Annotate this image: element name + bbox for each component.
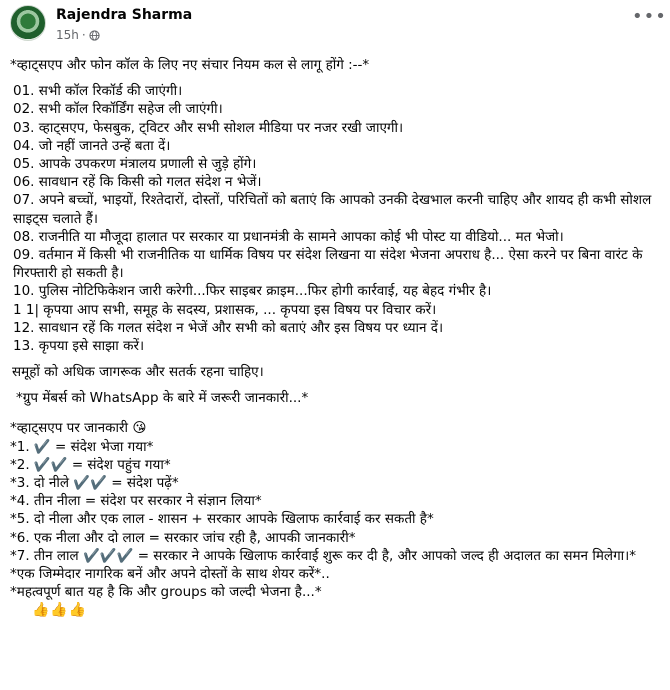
list-item: 01. सभी कॉल रिकॉर्ड की जाएंगी। xyxy=(13,83,183,100)
list-item: 06. सावधान रहें कि किसी को गलत संदेश न भ… xyxy=(13,174,262,191)
meta-separator: · xyxy=(81,28,86,42)
post-time[interactable]: 15h xyxy=(56,28,79,42)
post-text: समूहों को अधिक जागरूक और सतर्क रहना चाहि… xyxy=(12,364,264,381)
list-item: *4. तीन नीला = संदेश पर सरकार ने संज्ञान… xyxy=(10,493,262,510)
list-item: 02. सभी कॉल रिकॉर्डिंग सहेज ली जाएंगी। xyxy=(13,101,223,118)
list-item: *6. एक नीला और दो लाल = सरकार जांच रही ह… xyxy=(10,529,356,546)
post-text: *व्हाट्सएप पर जानकारी 😘 xyxy=(10,420,147,437)
avatar[interactable] xyxy=(10,5,46,41)
list-item: 09. वर्तमान में किसी भी राजनीतिक या धार्… xyxy=(13,246,643,282)
post-heading: *व्हाट्सएप और फोन कॉल के लिए नए संचार नि… xyxy=(10,57,370,73)
more-options-icon[interactable]: ••• xyxy=(632,8,666,30)
globe-icon xyxy=(89,29,100,41)
list-item: *1. ✔️ = संदेश भेजा गया* xyxy=(10,438,154,455)
post-meta: 15h · xyxy=(56,28,100,42)
list-item: 03. व्हाट्सएप, फेसबुक, ट्विटर और सभी सोश… xyxy=(13,119,404,136)
list-item: 1 1| कृपया आप सभी, समूह के सदस्य, प्रशास… xyxy=(13,301,437,318)
post-text: *ग्रुप मेंबर्स को WhatsApp के बारे में ज… xyxy=(16,390,309,407)
list-item: 05. आपके उपकरण मंत्रालय प्रणाली से जुड़े… xyxy=(13,155,257,172)
list-item: *7. तीन लाल ✔️✔️✔️ = सरकार ने आपके खिलाफ… xyxy=(10,547,637,564)
author-name[interactable]: Rajendra Sharma xyxy=(56,7,192,23)
post-body: *व्हाट्सएप और फोन कॉल के लिए नए संचार नि… xyxy=(10,56,660,620)
post-text: *महत्वपूर्ण बात यह है कि और groups को जल… xyxy=(10,584,322,601)
list-item: 08. राजनीति या मौजूदा हालात पर सरकार या … xyxy=(13,228,564,245)
list-item: 13. कृपया इसे साझा करें। xyxy=(13,337,145,354)
list-item: 07. अपने बच्चों, भाइयों, रिश्तेदारों, दो… xyxy=(13,192,652,227)
list-item: *5. दो नीला और एक लाल - शासन + सरकार आपक… xyxy=(10,511,434,528)
list-item: 04. जो नहीं जानते उन्हें बता दें। xyxy=(13,137,171,154)
thumbs-up-icon: 👍👍👍 xyxy=(32,602,88,619)
post-text: *एक जिम्मेदार नागरिक बनें और अपने दोस्तो… xyxy=(10,565,330,582)
post-header: Rajendra Sharma 15h · ••• xyxy=(0,0,670,46)
list-item: *3. दो नीले ✔️✔️ = संदेश पढ़ें* xyxy=(10,475,179,491)
list-item: *2. ✔️✔️ = संदेश पहुंच गया* xyxy=(10,456,171,473)
list-item: 10. पुलिस नोटिफिकेशन जारी करेगी...फिर सा… xyxy=(13,283,492,300)
list-item: 12. सावधान रहें कि गलत संदेश न भेजें और … xyxy=(13,319,444,336)
